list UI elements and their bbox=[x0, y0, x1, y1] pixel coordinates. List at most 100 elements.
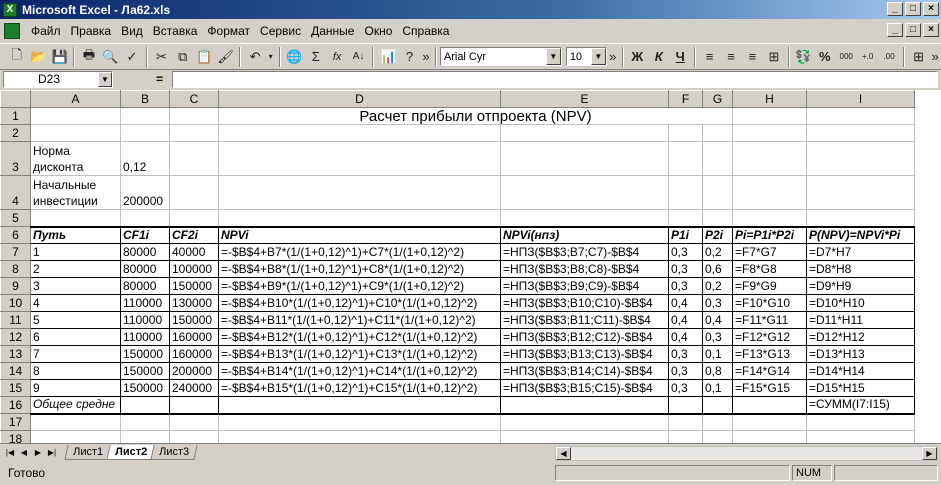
data-cell-a[interactable]: 9 bbox=[30, 379, 121, 397]
cut-icon[interactable]: ✂ bbox=[151, 46, 172, 68]
row-header[interactable]: 17 bbox=[0, 413, 31, 431]
data-cell-d[interactable]: =-$B$4+B15*(1/(1+0,12)^1)+C15*(1/(1+0,12… bbox=[218, 379, 501, 397]
help-icon[interactable]: ? bbox=[399, 46, 420, 68]
menu-file[interactable]: Файл bbox=[26, 24, 66, 38]
row-header[interactable]: 6 bbox=[0, 226, 31, 244]
data-cell-f[interactable]: 0,3 bbox=[668, 277, 703, 295]
data-cell-g[interactable]: 0,1 bbox=[702, 379, 733, 397]
sort-ascending-icon[interactable]: А↓ bbox=[348, 46, 369, 68]
first-sheet-icon[interactable]: |◀ bbox=[4, 447, 16, 459]
data-cell-i[interactable]: =D14*H14 bbox=[806, 362, 915, 380]
discount-rate-value[interactable]: 0,12 bbox=[120, 141, 170, 176]
cell[interactable] bbox=[500, 396, 669, 415]
cell[interactable] bbox=[732, 413, 807, 431]
scroll-right-icon[interactable]: ▶ bbox=[922, 447, 937, 460]
column-header[interactable]: C bbox=[169, 90, 219, 108]
discount-rate-label[interactable]: Норма дисконта bbox=[30, 141, 121, 176]
cell[interactable] bbox=[120, 107, 170, 125]
last-sheet-icon[interactable]: ▶| bbox=[46, 447, 58, 459]
row-header[interactable]: 1 bbox=[0, 107, 31, 125]
formula-input[interactable] bbox=[172, 71, 938, 88]
sheet-tab[interactable]: Лист3 bbox=[150, 445, 198, 460]
data-cell-d[interactable]: =-$B$4+B9*(1/(1+0,12)^1)+C9*(1/(1+0,12)^… bbox=[218, 277, 501, 295]
row-header[interactable]: 14 bbox=[0, 362, 31, 380]
row-header[interactable]: 12 bbox=[0, 328, 31, 346]
menu-tools[interactable]: Сервис bbox=[255, 24, 306, 38]
data-cell-i[interactable]: =D8*H8 bbox=[806, 260, 915, 278]
close-button[interactable]: × bbox=[923, 2, 939, 16]
data-cell-d[interactable]: =-$B$4+B13*(1/(1+0,12)^1)+C13*(1/(1+0,12… bbox=[218, 345, 501, 363]
cell[interactable] bbox=[30, 413, 121, 431]
chevron-down-icon[interactable]: ▼ bbox=[98, 72, 112, 87]
cell[interactable] bbox=[30, 124, 121, 142]
data-cell-e[interactable]: =НПЗ($B$3;B7;C7)-$B$4 bbox=[500, 243, 669, 261]
data-cell-e[interactable]: =НПЗ($B$3;B15;C15)-$B$4 bbox=[500, 379, 669, 397]
data-cell-i[interactable]: =D13*H13 bbox=[806, 345, 915, 363]
data-cell-b[interactable]: 110000 bbox=[120, 294, 170, 312]
data-cell-f[interactable]: 0,3 bbox=[668, 379, 703, 397]
cell[interactable] bbox=[500, 141, 669, 176]
data-cell-c[interactable]: 130000 bbox=[169, 294, 219, 312]
cell[interactable] bbox=[120, 413, 170, 431]
italic-button[interactable]: К bbox=[648, 46, 669, 68]
prev-sheet-icon[interactable]: ◀ bbox=[18, 447, 30, 459]
cell[interactable] bbox=[218, 175, 501, 210]
doc-close-button[interactable]: × bbox=[923, 23, 939, 37]
more-buttons-icon[interactable]: » bbox=[420, 46, 432, 68]
data-cell-c[interactable]: 100000 bbox=[169, 260, 219, 278]
cell[interactable] bbox=[120, 430, 170, 443]
data-cell-a[interactable]: 8 bbox=[30, 362, 121, 380]
row-header[interactable]: 7 bbox=[0, 243, 31, 261]
doc-minimize-button[interactable]: _ bbox=[887, 23, 903, 37]
table-header-cell[interactable]: P1i bbox=[668, 225, 703, 244]
data-cell-i[interactable]: =D12*H12 bbox=[806, 328, 915, 346]
undo-dropdown-icon[interactable]: ▾ bbox=[266, 46, 276, 68]
cell[interactable] bbox=[732, 141, 807, 176]
initial-investment-label[interactable]: Начальные инвестиции bbox=[30, 175, 121, 210]
row-header[interactable]: 16 bbox=[0, 396, 31, 414]
data-cell-f[interactable]: 0,4 bbox=[668, 294, 703, 312]
cell[interactable] bbox=[500, 413, 669, 431]
row-header[interactable]: 10 bbox=[0, 294, 31, 312]
paste-icon[interactable]: 📋 bbox=[194, 46, 215, 68]
menu-insert[interactable]: Вставка bbox=[148, 24, 203, 38]
doc-restore-button[interactable]: □ bbox=[905, 23, 921, 37]
data-cell-c[interactable]: 200000 bbox=[169, 362, 219, 380]
data-cell-c[interactable]: 160000 bbox=[169, 328, 219, 346]
data-cell-g[interactable]: 0,2 bbox=[702, 243, 733, 261]
table-header-cell[interactable]: Путь bbox=[30, 225, 121, 244]
cell[interactable] bbox=[806, 141, 915, 176]
align-left-icon[interactable]: ≡ bbox=[699, 46, 720, 68]
data-cell-f[interactable]: 0,3 bbox=[668, 260, 703, 278]
cell[interactable] bbox=[218, 209, 501, 227]
data-cell-f[interactable]: 0,4 bbox=[668, 328, 703, 346]
borders-icon[interactable]: ⊞ bbox=[908, 46, 929, 68]
currency-icon[interactable]: 💱 bbox=[793, 46, 814, 68]
cell[interactable] bbox=[806, 413, 915, 431]
data-cell-f[interactable]: 0,4 bbox=[668, 311, 703, 329]
cell[interactable] bbox=[30, 209, 121, 227]
new-icon[interactable]: 🗋 bbox=[6, 46, 27, 68]
cell[interactable] bbox=[218, 413, 501, 431]
chevron-down-icon[interactable]: ▼ bbox=[545, 48, 561, 65]
cell[interactable] bbox=[169, 107, 219, 125]
scroll-left-icon[interactable]: ◀ bbox=[556, 447, 571, 460]
cell[interactable] bbox=[668, 209, 703, 227]
spelling-icon[interactable]: ✓ bbox=[121, 46, 142, 68]
data-cell-c[interactable]: 40000 bbox=[169, 243, 219, 261]
menu-edit[interactable]: Правка bbox=[66, 24, 117, 38]
table-header-cell[interactable]: CF1i bbox=[120, 225, 170, 244]
function-icon[interactable]: fx bbox=[326, 46, 347, 68]
data-cell-e[interactable]: =НПЗ($B$3;B13;C13)-$B$4 bbox=[500, 345, 669, 363]
menu-window[interactable]: Окно bbox=[359, 24, 397, 38]
cell[interactable] bbox=[169, 175, 219, 210]
data-cell-h[interactable]: =F10*G10 bbox=[732, 294, 807, 312]
data-cell-i[interactable]: =D10*H10 bbox=[806, 294, 915, 312]
data-cell-h[interactable]: =F8*G8 bbox=[732, 260, 807, 278]
data-cell-a[interactable]: 1 bbox=[30, 243, 121, 261]
cell[interactable] bbox=[732, 124, 807, 142]
column-header[interactable]: B bbox=[120, 90, 170, 108]
column-header[interactable]: A bbox=[30, 90, 121, 108]
data-cell-c[interactable]: 160000 bbox=[169, 345, 219, 363]
data-cell-b[interactable]: 80000 bbox=[120, 277, 170, 295]
